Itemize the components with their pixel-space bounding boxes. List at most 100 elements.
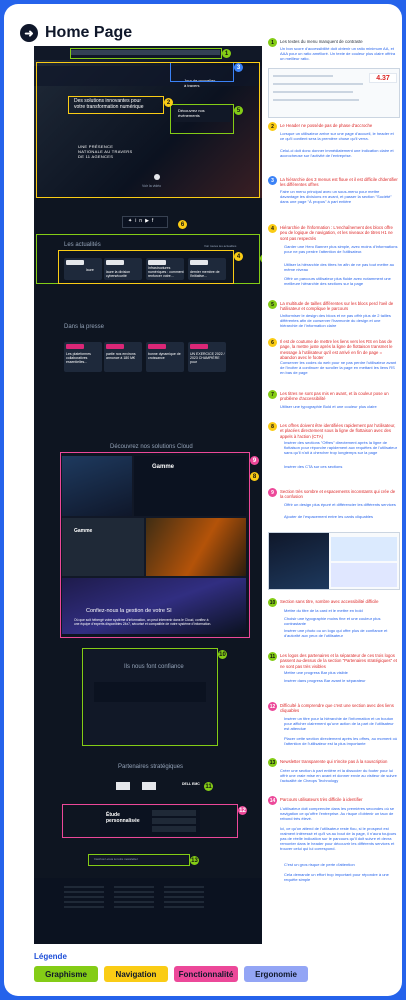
press-tag — [190, 344, 208, 349]
annotation-marker: 6 — [178, 220, 187, 229]
note-text: Insérer des sections "Offres" directemen… — [284, 440, 398, 455]
note-text: Celui-ci doit donc donner immédiatement … — [280, 148, 394, 158]
note-text: Placer cette section directement après l… — [284, 736, 398, 746]
annotation-marker: 10 — [218, 650, 227, 659]
note-title: Les titres ne sont pas mis en avant, et … — [280, 391, 389, 402]
note-text: Insérer dans progress Bar avant le sépar… — [284, 678, 366, 683]
arrow-right-icon: ➜ — [20, 24, 38, 42]
annotation-marker: 11 — [204, 782, 213, 791]
press-card-title: bonne dynamique de croissance — [148, 352, 181, 360]
annotation-box — [82, 648, 218, 746]
legend-item-graphisme: Graphisme — [34, 966, 98, 982]
note-number: 7 — [268, 390, 277, 399]
note-text: Cela demande un effort trop important po… — [284, 872, 389, 882]
note-number: 6 — [268, 338, 277, 347]
microsoft-logo — [116, 782, 130, 790]
note-text: Créer une section à part entière et la d… — [280, 768, 397, 783]
note-number: 2 — [268, 122, 277, 131]
legend-title: Légende — [34, 952, 67, 961]
note-title: La hiérarchie des 3 menus est floue et i… — [280, 177, 398, 188]
press-card-title: Les plateformes collaboratives essentiel… — [66, 352, 91, 364]
note-number: 3 — [268, 176, 277, 185]
mock-footer-links[interactable] — [164, 886, 204, 910]
annotation-marker: 8 — [250, 472, 259, 481]
press-tag — [106, 344, 124, 349]
annotation-marker: 3 — [234, 63, 243, 72]
page-header: ➜ Home Page — [20, 24, 132, 42]
note-screenshot-contrast: 4.37 — [268, 68, 400, 118]
annotation-box — [62, 804, 238, 838]
note-text: Un bon score d'accessibilité doit obteni… — [280, 46, 396, 61]
note-text: C'est un gros risque de perte d'attentio… — [284, 862, 355, 867]
note-title: Section sans titre, sombre avec accessib… — [280, 599, 379, 604]
note-text: Insérer des CTA sur ces sections — [284, 464, 343, 469]
note-text: Garder une Hero Banner plus simple, avec… — [284, 244, 398, 254]
note-number: 4 — [268, 224, 277, 233]
note-text: Mettre une progress Bar plus visible — [284, 670, 348, 675]
note-title: Hiérarchie de l'information : L'enchaîne… — [280, 225, 393, 241]
note-text: Utiliser la hiérarchie des titres hn afi… — [284, 262, 395, 272]
website-mockup: Des solutions innovantes pour votre trans… — [34, 46, 262, 944]
note-text: Utiliser une typographie Bold et une cou… — [280, 404, 377, 409]
legend-item-navigation: Navigation — [104, 966, 168, 982]
dell-emc-logo: DELL EMC — [182, 782, 200, 786]
note-text: Offrir un parcours utilisateur plus flui… — [284, 276, 391, 286]
note-title: Il est de coutume de mettre les liens ve… — [280, 339, 393, 361]
press-tag — [148, 344, 166, 349]
note-text: Offrir un design plus épuré et différenc… — [284, 502, 396, 507]
note-number: 9 — [268, 488, 277, 497]
mock-press-heading: Dans la presse — [64, 324, 105, 330]
note-title: Les logos des partenaires et la séparate… — [280, 653, 397, 669]
note-title: Parcours utilisateurs très difficile à i… — [280, 797, 363, 802]
annotation-marker: 2 — [164, 98, 173, 107]
annotation-marker: 9 — [250, 456, 259, 465]
mock-cloud-heading: Découvrez nos solutions Cloud — [110, 444, 193, 450]
mock-partners-title: Partenaires stratégiques — [118, 764, 184, 770]
annotation-marker: 13 — [190, 856, 199, 865]
annotation-box — [70, 48, 222, 59]
note-text: Mettre du titre de la card et le mettre … — [284, 608, 363, 613]
note-number: 1 — [268, 38, 277, 47]
note-text: Conserver les codes du web pour ne pas p… — [280, 360, 397, 375]
annotation-marker: 12 — [238, 806, 247, 815]
annotation-marker: 1 — [222, 49, 231, 58]
note-text: L'utilisateur doit comprendre dans les p… — [280, 806, 395, 821]
mock-footer-links[interactable] — [114, 886, 154, 910]
partner-logo — [142, 782, 156, 790]
note-text: Insérer une photo ou un logo qui offre p… — [284, 628, 388, 638]
note-title: Section très sombre et espacements incon… — [280, 489, 396, 500]
annotation-marker: 7 — [260, 254, 262, 263]
page-canvas: ➜ Home Page Des solutions innovantes pou… — [4, 4, 402, 996]
note-text: Ajouter de l'espacement entre les cards … — [284, 514, 374, 519]
note-number: 13 — [268, 758, 277, 767]
note-text: Uniformiser le design des blocs et ne pa… — [280, 313, 391, 328]
note-title: Difficulté à comprendre que c'est une se… — [280, 703, 394, 714]
press-tag — [66, 344, 84, 349]
annotation-box — [88, 854, 190, 866]
annotation-box — [58, 250, 234, 284]
annotation-box — [36, 62, 260, 198]
page-title: Home Page — [45, 24, 133, 41]
note-screenshot-cards — [268, 532, 400, 590]
note-number: 8 — [268, 422, 277, 431]
annotation-marker: 5 — [234, 106, 243, 115]
note-number: 5 — [268, 300, 277, 309]
note-text: Faire un menu principal avec un sous-men… — [280, 189, 392, 204]
annotation-box — [60, 452, 250, 638]
note-title: Le Header ne possède pas de phase d'accr… — [280, 123, 373, 128]
note-title: Les textes du menu manquent de contraste — [280, 39, 363, 44]
note-text: Choisir une typographie moins fine et un… — [284, 616, 381, 626]
note-number: 12 — [268, 702, 277, 711]
legend-item-ergonomie: Ergonomie — [244, 966, 308, 982]
note-title: Newsletter transparente qui n'incite pas… — [280, 759, 388, 764]
mock-social-icons[interactable]: ✦in▶f — [128, 218, 156, 224]
note-number: 14 — [268, 796, 277, 805]
press-card-title: UN EXERCICE 2022 / 2023 CHAMPIÈRE pour — [190, 352, 225, 364]
legend-item-fonctionnalite: Fonctionnalité — [174, 966, 238, 982]
note-number: 10 — [268, 598, 277, 607]
mock-footer-links[interactable] — [64, 886, 104, 910]
note-text: Ici, ce qu'on attend de l'utilisateur re… — [280, 826, 397, 851]
note-text: Insérer un titre pour la hiérarchie de l… — [284, 716, 394, 731]
note-number: 11 — [268, 652, 277, 661]
note-title: La multitude de tailles différentes sur … — [280, 301, 394, 312]
